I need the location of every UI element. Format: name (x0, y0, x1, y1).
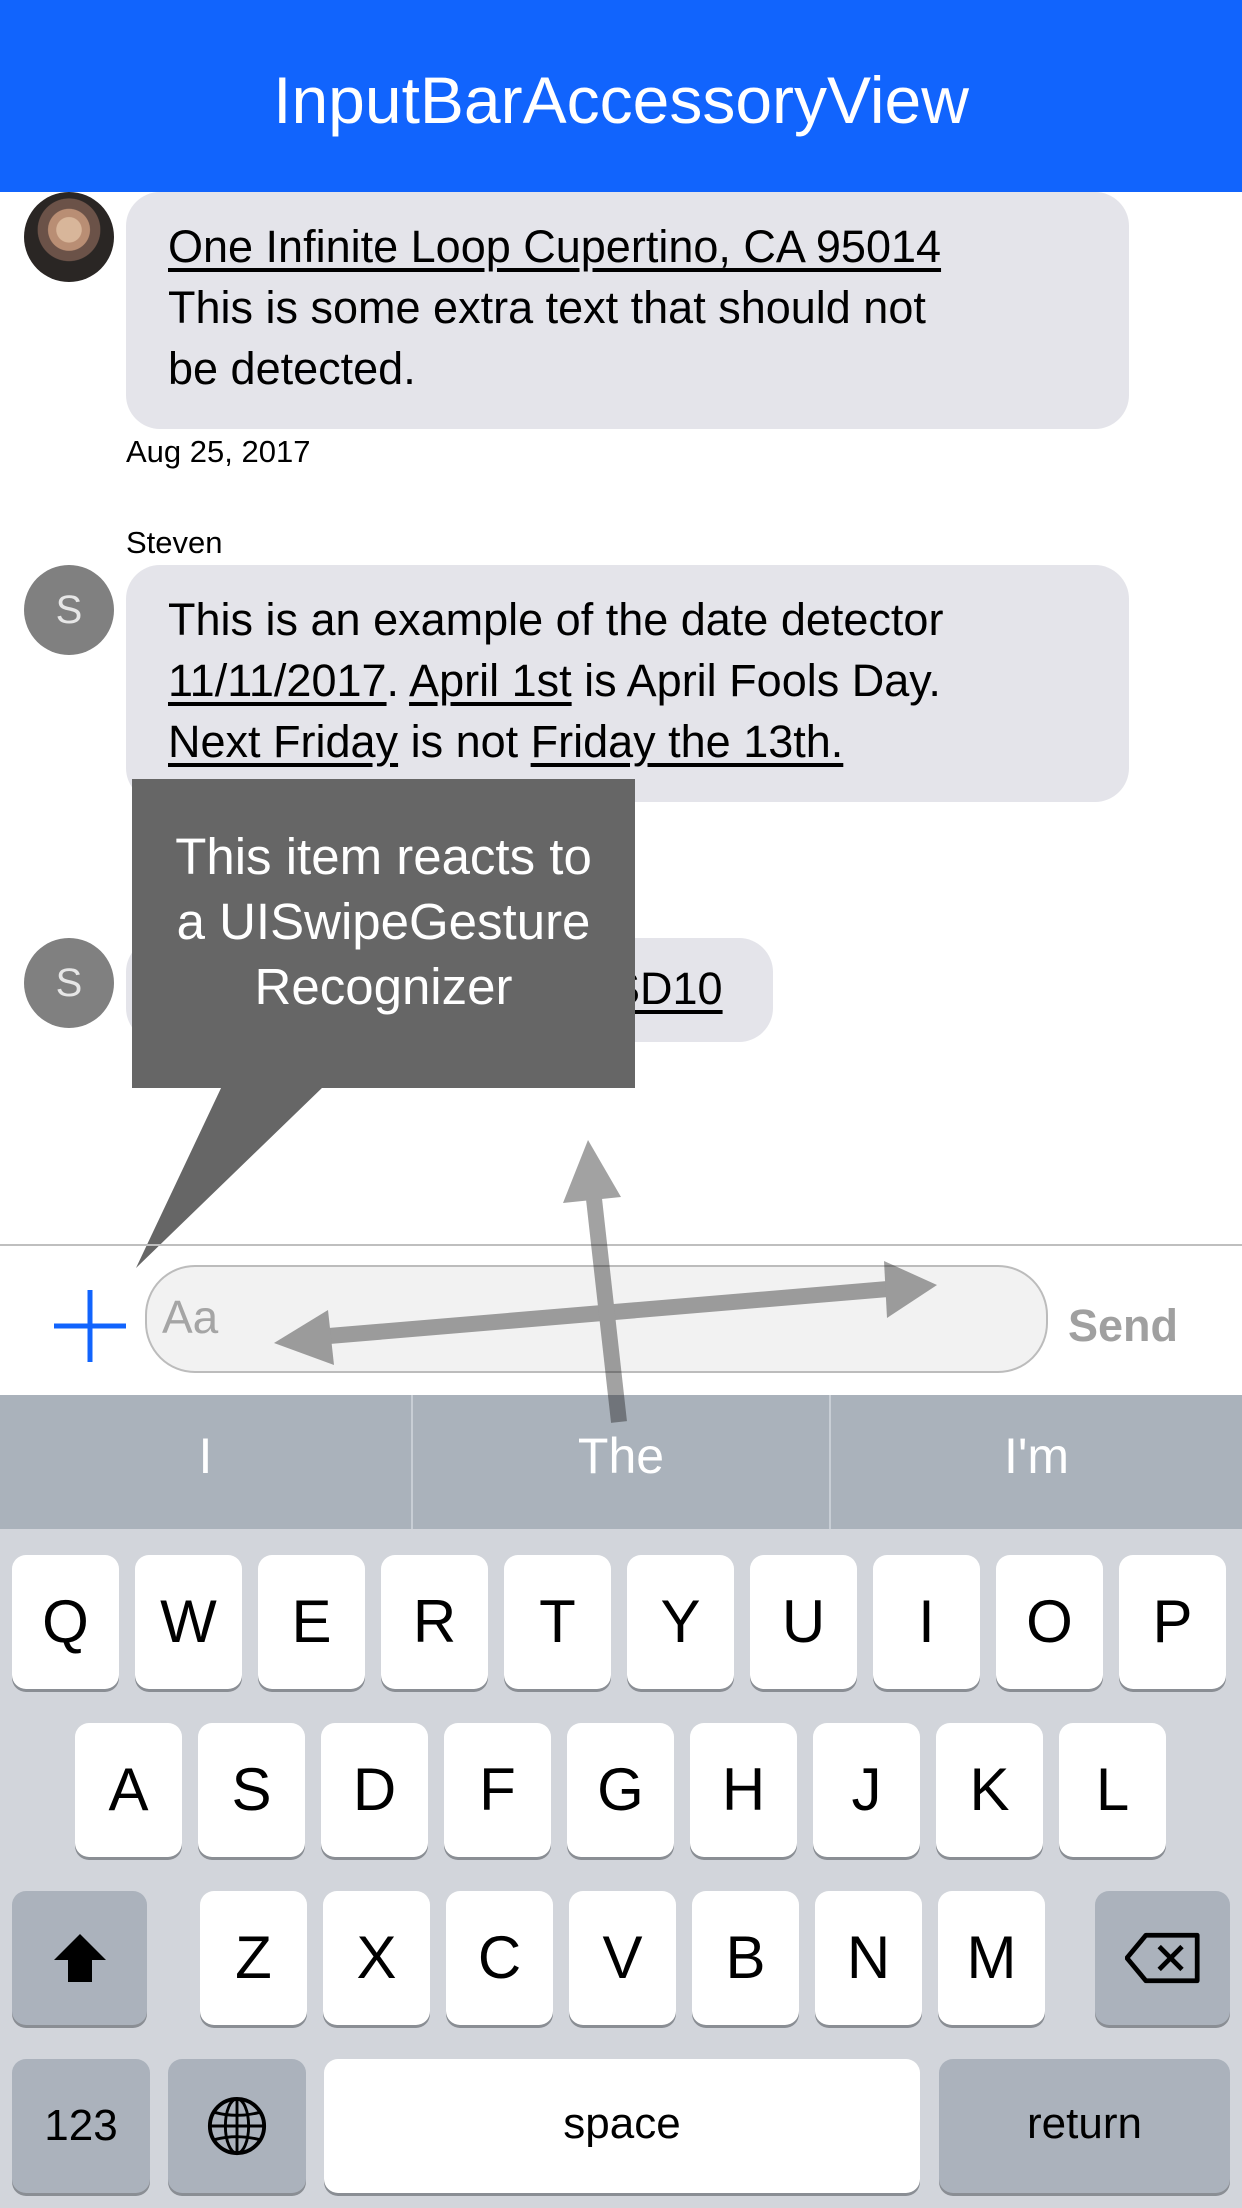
swipe-gesture-arrows (274, 1140, 937, 1423)
